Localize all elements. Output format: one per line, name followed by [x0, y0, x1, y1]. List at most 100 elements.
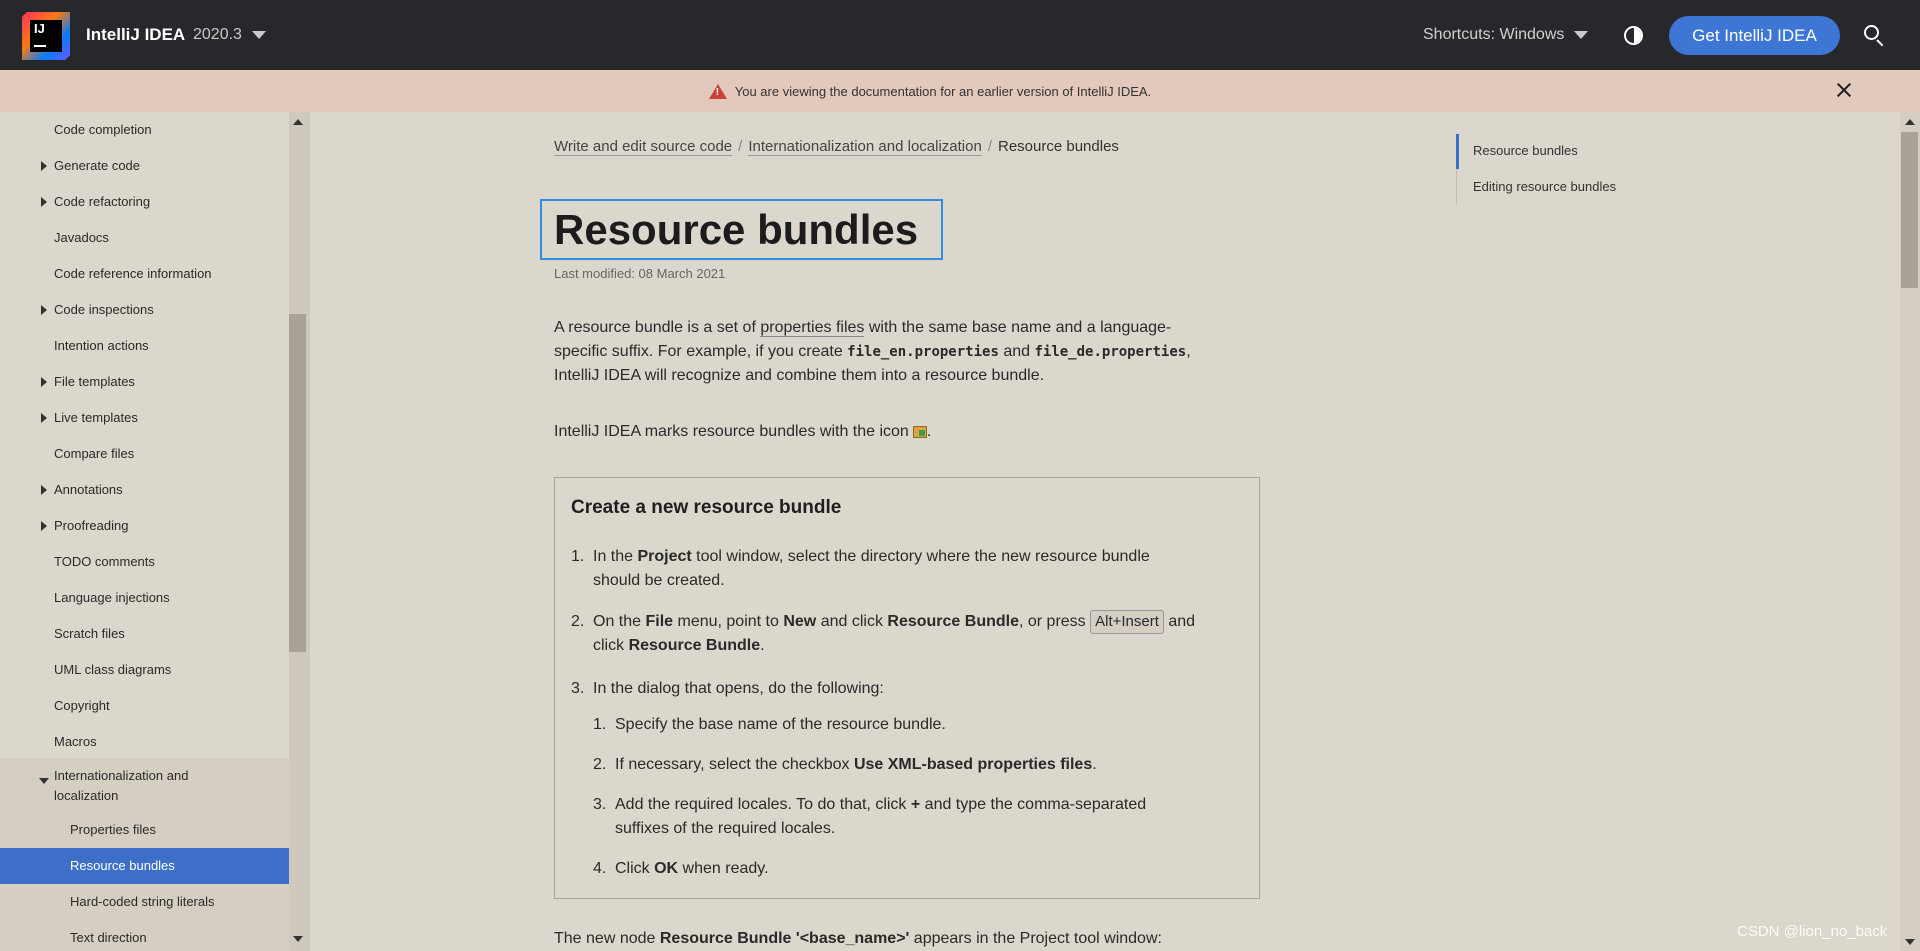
search-icon[interactable]	[1864, 25, 1886, 47]
chevron-right-icon	[41, 305, 47, 315]
sidebar-item[interactable]: Code refactoring	[0, 184, 289, 220]
sidebar-item-label: Code inspections	[54, 302, 154, 317]
sidebar-item-label: localization	[54, 788, 119, 803]
sidebar-item[interactable]: Live templates	[0, 400, 289, 436]
sidebar-item-label: Javadocs	[54, 230, 109, 245]
toc-item-editing-resource-bundles[interactable]: Editing resource bundles	[1473, 179, 1616, 194]
sidebar-item-label: File templates	[54, 374, 135, 389]
page-title: Resource bundles	[554, 206, 919, 253]
intellij-logo-icon[interactable]: IJ	[22, 12, 70, 60]
close-icon[interactable]	[1834, 80, 1854, 100]
sidebar-item-label: Internationalization and	[54, 768, 189, 783]
scroll-up-icon[interactable]	[1905, 119, 1915, 125]
sidebar-item[interactable]: Macros	[0, 724, 289, 760]
sidebar-item-hard-coded-strings[interactable]: Hard-coded string literals	[0, 884, 289, 920]
sidebar-item[interactable]: TODO comments	[0, 544, 289, 580]
sidebar-item-label: Text direction	[70, 930, 147, 945]
chevron-right-icon	[41, 485, 47, 495]
add-icon: +	[910, 796, 921, 813]
chevron-right-icon	[41, 413, 47, 423]
watermark: CSDN @lion_no_back	[1737, 923, 1888, 940]
sidebar-item-label: Scratch files	[54, 626, 125, 641]
sidebar-item[interactable]: Scratch files	[0, 616, 289, 652]
breadcrumb-link-i18n[interactable]: Internationalization and localization	[748, 138, 982, 156]
scroll-down-icon[interactable]	[1905, 939, 1915, 945]
last-modified: Last modified: 08 March 2021	[554, 266, 726, 281]
sidebar-item[interactable]: UML class diagrams	[0, 652, 289, 688]
intro-paragraph: A resource bundle is a set of properties…	[554, 319, 1191, 384]
breadcrumb: Write and edit source code / Internation…	[554, 138, 1119, 156]
sidebar-item[interactable]: Copyright	[0, 688, 289, 724]
top-header: IJ IntelliJ IDEA 2020.3 Shortcuts: Windo…	[0, 0, 1920, 70]
properties-files-link[interactable]: properties files	[760, 319, 865, 337]
marks-paragraph: IntelliJ IDEA marks resource bundles wit…	[554, 423, 932, 440]
sidebar-item-label: Properties files	[70, 822, 156, 837]
procedure-box: Create a new resource bundle 1. In the P…	[554, 477, 1260, 899]
sidebar-scroll-thumb[interactable]	[289, 314, 306, 652]
shortcuts-label: Shortcuts: Windows	[1423, 26, 1565, 43]
sidebar-group-i18n: Internationalization and localization Pr…	[0, 758, 289, 951]
sidebar-item[interactable]: Proofreading	[0, 508, 289, 544]
chevron-down-icon	[251, 31, 266, 39]
sidebar-item-resource-bundles[interactable]: Resource bundles	[0, 848, 289, 884]
sidebar-item[interactable]: Code completion	[0, 112, 289, 148]
chevron-down-icon	[39, 778, 49, 784]
breadcrumb-current: Resource bundles	[998, 138, 1119, 155]
breadcrumb-link-write-edit[interactable]: Write and edit source code	[554, 138, 733, 156]
sidebar-nav: Code completion Generate code Code refacto…	[0, 112, 310, 951]
sidebar-item-label: Copyright	[54, 698, 110, 713]
sidebar-item-label: Code refactoring	[54, 194, 151, 209]
sidebar-item[interactable]: Annotations	[0, 472, 289, 508]
warning-icon: !	[708, 83, 727, 99]
sidebar-item[interactable]: Generate code	[0, 148, 289, 184]
sidebar-item-label: Proofreading	[54, 518, 129, 533]
banner-text: You are viewing the documentation for an…	[734, 83, 1152, 99]
bottom-paragraph: The new node Resource Bundle '<base_name…	[554, 930, 1162, 947]
chevron-down-icon	[1574, 31, 1589, 39]
breadcrumb-separator: /	[738, 138, 743, 155]
chevron-right-icon	[41, 161, 47, 171]
sidebar-item-text-direction[interactable]: Text direction	[0, 920, 289, 951]
sidebar-item[interactable]: Code reference information	[0, 256, 289, 292]
sidebar-item-label: Annotations	[54, 482, 123, 497]
scroll-up-icon[interactable]	[293, 119, 303, 125]
sidebar-item-label: Hard-coded string literals	[70, 894, 215, 909]
sidebar-item-properties-files[interactable]: Properties files	[0, 812, 289, 848]
sidebar-item[interactable]: Language injections	[0, 580, 289, 616]
sidebar-item-label: Code reference information	[54, 266, 212, 281]
version-warning-banner: ! You are viewing the documentation for …	[0, 70, 1920, 112]
chevron-right-icon	[41, 197, 47, 207]
sidebar-item-label: Live templates	[54, 410, 138, 425]
sidebar-item-internationalization[interactable]: Internationalization and localization	[0, 766, 289, 806]
scroll-down-icon[interactable]	[293, 936, 303, 942]
page-scroll-thumb[interactable]	[1901, 132, 1918, 288]
product-name[interactable]: IntelliJ IDEA	[86, 25, 185, 45]
sidebar-scrollbar[interactable]	[289, 112, 309, 951]
breadcrumb-separator: /	[987, 138, 992, 155]
toc-active-indicator	[1456, 134, 1459, 169]
theme-toggle-icon[interactable]	[1624, 26, 1643, 45]
procedure-title: Create a new resource bundle	[571, 497, 842, 518]
sidebar-item-label: Intention actions	[54, 338, 149, 353]
sidebar-item-label: Generate code	[54, 158, 141, 173]
sidebar-item[interactable]: Compare files	[0, 436, 289, 472]
sidebar-item-label: UML class diagrams	[54, 662, 172, 677]
sidebar-item[interactable]: Intention actions	[0, 328, 289, 364]
sidebar-item-label: Macros	[54, 734, 97, 749]
sidebar-item-label: Compare files	[54, 446, 135, 461]
sidebar-item-label: Code completion	[54, 122, 152, 137]
toc-line	[1456, 169, 1457, 205]
sidebar-item-label: Resource bundles	[70, 858, 175, 873]
resource-bundle-icon	[912, 425, 927, 438]
sidebar-item-label: TODO comments	[54, 554, 155, 569]
version-label: 2020.3	[193, 26, 242, 43]
page-scrollbar[interactable]	[1900, 112, 1920, 951]
sidebar-item[interactable]: Code inspections	[0, 292, 289, 328]
get-intellij-button[interactable]: Get IntelliJ IDEA	[1669, 16, 1840, 55]
shortcut-key: Alt+Insert	[1090, 610, 1164, 634]
sidebar-item[interactable]: Javadocs	[0, 220, 289, 256]
toc-item-resource-bundles[interactable]: Resource bundles	[1473, 143, 1578, 158]
shortcuts-selector[interactable]: Shortcuts: Windows	[1423, 26, 1589, 44]
version-selector[interactable]: 2020.3	[193, 26, 266, 44]
sidebar-item[interactable]: File templates	[0, 364, 289, 400]
